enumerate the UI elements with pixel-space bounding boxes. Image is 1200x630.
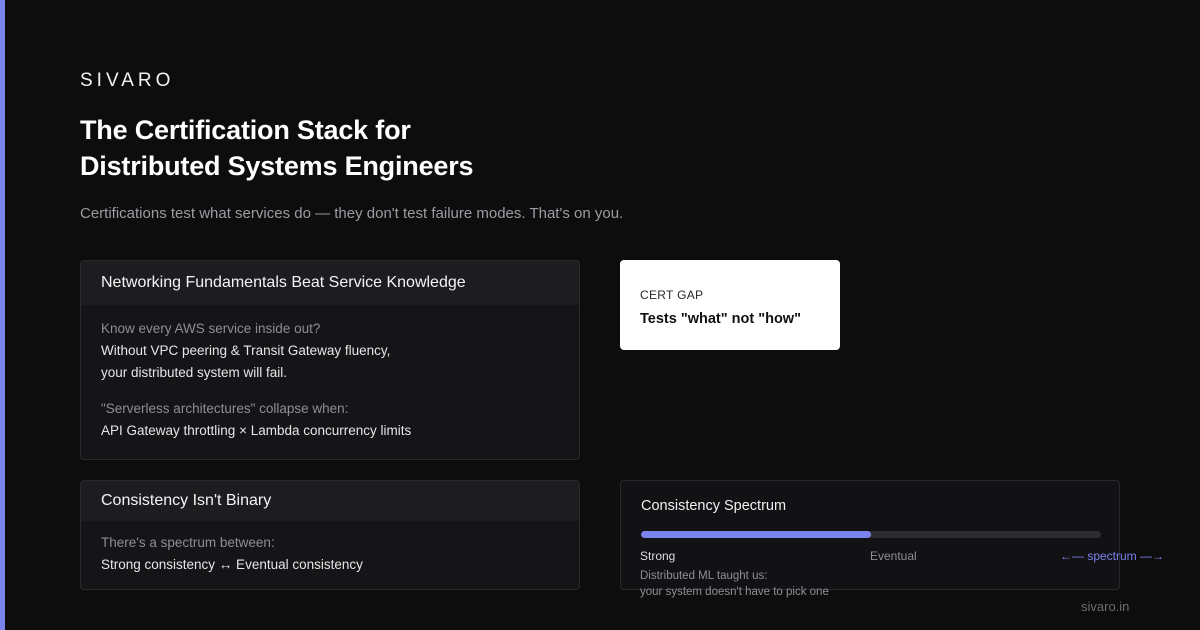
networking-card: Networking Fundamentals Beat Service Kno… xyxy=(80,260,580,460)
spectrum-track xyxy=(641,531,1101,538)
consistency-intro: There's a spectrum between: xyxy=(101,535,275,550)
ml-note-line-2: your system doesn't have to pick one xyxy=(640,586,829,598)
concurrency-limits: API Gateway throttling × Lambda concurre… xyxy=(101,423,412,438)
spectrum-title: Consistency Spectrum xyxy=(641,498,787,514)
consistency-card-title: Consistency Isn't Binary xyxy=(81,481,579,521)
brand-logo: SIVARO xyxy=(80,70,175,91)
footer-domain: sivaro.in xyxy=(1081,599,1130,614)
accent-bar xyxy=(0,0,5,630)
cert-gap-callout: CERT GAP Tests "what" not "how" xyxy=(620,260,840,350)
networking-line-1: Without VPC peering & Transit Gateway fl… xyxy=(101,343,391,358)
consistency-card-body: There's a spectrum between: Strong consi… xyxy=(81,521,579,576)
spectrum-strong-label: Strong xyxy=(640,549,676,563)
consistency-card: Consistency Isn't Binary There's a spect… xyxy=(80,480,580,590)
cert-gap-label: CERT GAP xyxy=(640,288,704,302)
cert-gap-text: Tests "what" not "how" xyxy=(640,311,801,327)
ml-note: Distributed ML taught us: your system do… xyxy=(640,568,829,600)
networking-question: Know every AWS service inside out? xyxy=(101,321,321,336)
consistency-range: Strong consistency ↔ Eventual consistenc… xyxy=(101,557,363,572)
spectrum-fill xyxy=(641,531,871,538)
page-title-line-2: Distributed Systems Engineers xyxy=(80,151,474,181)
page-subtitle: Certifications test what services do — t… xyxy=(80,205,624,222)
networking-line-2: your distributed system will fail. xyxy=(101,365,288,380)
spectrum-eventual-label: Eventual xyxy=(870,549,917,563)
page-title: The Certification Stack for Distributed … xyxy=(80,112,640,184)
networking-card-body: Know every AWS service inside out? Witho… xyxy=(81,305,579,442)
page-title-line-1: The Certification Stack for xyxy=(80,115,411,145)
ml-note-line-1: Distributed ML taught us: xyxy=(640,570,768,582)
spectrum-arrow-label: ←— spectrum —→ xyxy=(1060,549,1165,563)
serverless-quote: "Serverless architectures" collapse when… xyxy=(101,401,349,416)
networking-card-title: Networking Fundamentals Beat Service Kno… xyxy=(81,261,579,305)
